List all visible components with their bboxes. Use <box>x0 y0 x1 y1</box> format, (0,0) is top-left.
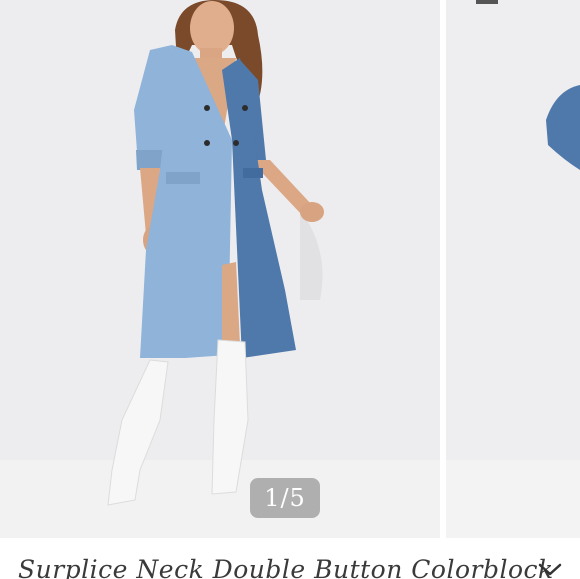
image-counter-badge: 1/5 <box>250 478 320 518</box>
product-title: Surplice Neck Double Button Colorblock <box>18 555 554 579</box>
product-image-main[interactable] <box>0 0 440 538</box>
chevron-down-icon[interactable] <box>536 560 564 578</box>
next-photo-peek <box>446 0 580 538</box>
product-image-next[interactable] <box>446 0 580 538</box>
model-photo <box>0 0 440 538</box>
product-image-carousel[interactable]: 1/5 <box>0 0 580 538</box>
product-title-bar: Surplice Neck Double Button Colorblock <box>0 538 580 579</box>
